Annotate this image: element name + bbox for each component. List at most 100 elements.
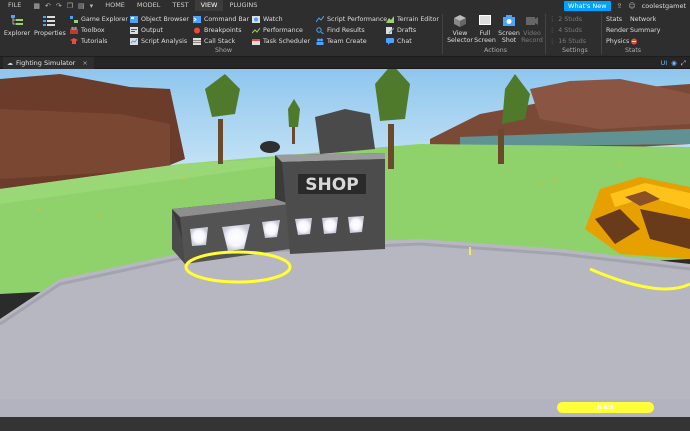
tab-view[interactable]: VIEW [194,0,224,11]
tutorials-button[interactable]: Tutorials [70,36,107,46]
network-label: Network [630,15,657,23]
object-browser-label: Object Browser [141,15,190,23]
tab-label: Fighting Simulator [16,59,76,67]
tab-model[interactable]: MODEL [131,0,166,11]
breakpoints-button[interactable]: Breakpoints [193,25,242,35]
performance-label: Performance [263,26,303,34]
stats-button[interactable]: Stats [606,14,622,24]
task-scheduler-icon [252,38,260,45]
chat-button[interactable]: Chat [386,36,412,46]
tab-home[interactable]: HOME [99,0,131,11]
clear-stats-button[interactable] [630,36,638,46]
dropdown-icon[interactable]: ▾ [90,2,94,10]
properties-button[interactable]: Properties [34,13,66,37]
video-record-button[interactable]: Video Record [517,13,547,44]
username[interactable]: coolestgamet [642,2,686,10]
tutorials-icon [70,37,78,44]
chat-label: Chat [397,37,412,45]
object-browser-button[interactable]: Object Browser [130,14,189,24]
team-create-icon [316,38,324,45]
studs-16-icon: ⋮ [549,37,556,45]
tutorials-label: Tutorials [81,37,108,45]
script-performance-icon [316,15,324,22]
render-button[interactable]: Render [606,25,628,35]
drafts-label: Drafts [397,26,417,34]
summary-button[interactable]: Summary [630,25,660,35]
task-scheduler-label: Task Scheduler [263,37,311,45]
stats-label: Stats [606,15,623,23]
output-icon [130,26,138,34]
eye-icon[interactable]: ◉ [671,59,677,67]
command-bar-button[interactable]: Command Bar [193,14,249,24]
nah-button[interactable]: NAH [557,402,654,413]
tab-fighting-simulator[interactable]: ☁ Fighting Simulator × [3,57,94,69]
properties-label: Properties [34,30,66,37]
render-label: Render [606,26,629,34]
studs-2-option[interactable]: ⋮ 2 Studs [549,14,582,24]
physics-button[interactable]: Physics [606,36,629,46]
studs-16-label: 16 Studs [558,37,587,45]
terrain-editor-label: Terrain Editor [397,15,439,23]
divider [601,14,602,54]
studs-4-option[interactable]: ⋮ 4 Studs [549,25,582,35]
tab-plugins[interactable]: PLUGINS [223,0,263,11]
shop-sign: SHOP [305,175,358,195]
studs-2-label: 2 Studs [558,15,583,23]
command-bar-label: Command Bar [204,15,250,23]
summary-label: Summary [630,26,661,34]
video-record-label-2: Record [521,37,543,44]
watch-label: Watch [263,15,283,23]
explorer-icon [11,15,23,25]
redo-icon[interactable]: ↷ [56,2,62,10]
game-explorer-icon [70,15,78,23]
copy-icon[interactable]: ❐ [67,2,73,10]
terrain-editor-button[interactable]: Terrain Editor [386,14,439,24]
user-icon[interactable]: ☺ [628,2,635,10]
studs-16-option[interactable]: ⋮ 16 Studs [549,36,586,46]
script-performance-label: Script Performance [327,15,388,23]
script-analysis-button[interactable]: Script Analysis [130,36,187,46]
toolbox-button[interactable]: Toolbox [70,25,105,35]
task-scheduler-button[interactable]: Task Scheduler [252,36,310,46]
command-bar-icon [193,15,201,23]
call-stack-button[interactable]: Call Stack [193,36,235,46]
file-menu[interactable]: FILE [0,0,27,11]
output-button[interactable]: Output [130,25,163,35]
game-viewport[interactable]: SHOP [0,69,690,417]
find-results-label: Find Results [327,26,365,34]
script-analysis-icon [130,37,138,45]
script-analysis-label: Script Analysis [141,37,188,45]
properties-icon [43,16,55,26]
team-create-label: Team Create [327,37,367,45]
script-performance-button[interactable]: Script Performance [316,14,387,24]
drafts-button[interactable]: Drafts [386,25,416,35]
watch-button[interactable]: Watch [252,14,283,24]
view-selector-icon [454,15,466,27]
studs-4-icon: ⋮ [549,26,556,34]
game-explorer-label: Game Explorer [81,15,128,23]
network-button[interactable]: Network [630,14,656,24]
toolbox-icon [70,26,78,34]
quick-access: ▦ ↶ ↷ ❐ ▤ ▾ [27,2,99,10]
paste-icon[interactable]: ▤ [78,2,85,10]
explorer-button[interactable]: Explorer [2,13,32,37]
share-icon[interactable]: ⇪ [617,2,623,10]
undo-icon[interactable]: ↶ [45,2,51,10]
find-results-button[interactable]: Find Results [316,25,365,35]
physics-label: Physics [606,37,630,45]
chat-icon [386,37,394,45]
rock [315,109,375,154]
expand-icon[interactable]: ⤢ [681,59,686,68]
tab-test[interactable]: TEST [166,0,194,11]
ui-toggle[interactable]: UI [660,59,667,67]
team-create-button[interactable]: Team Create [316,36,367,46]
divider [545,14,546,54]
performance-button[interactable]: Performance [252,25,303,35]
whats-new-button[interactable]: What's New [564,0,611,11]
bottom-bar [0,417,690,431]
save-icon[interactable]: ▦ [33,2,40,10]
object-browser-icon [130,15,138,23]
output-label: Output [141,26,163,34]
close-icon[interactable]: × [82,59,87,67]
game-explorer-button[interactable]: Game Explorer [70,14,128,24]
